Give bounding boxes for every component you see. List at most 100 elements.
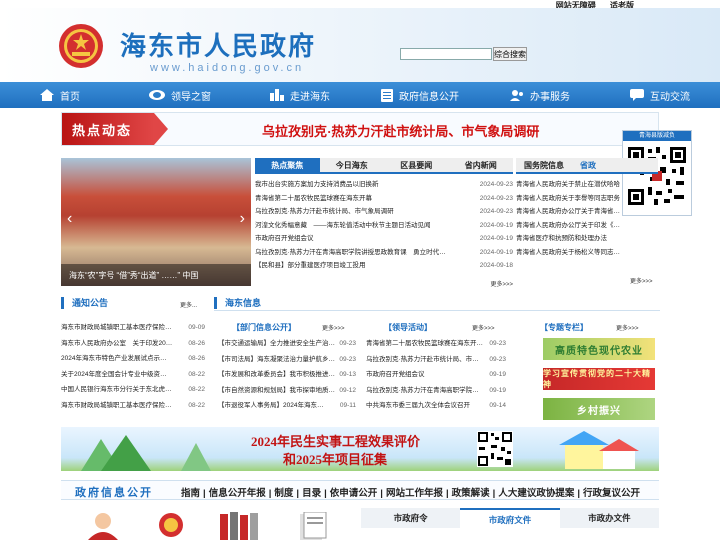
slide-caption: 海东“农”字号 “借”秀“出道” ……” 中国 bbox=[61, 264, 251, 286]
list-item[interactable]: 关于2024年度全国会计专业中级资… 08-22 bbox=[61, 367, 205, 383]
list-item[interactable]: 青海省第二十届农牧民篮球赛在海东开幕 2024-09-23 bbox=[255, 192, 513, 206]
leader-more-link[interactable]: 更多>>> bbox=[472, 323, 495, 332]
list-item[interactable]: 2024年海东市特色产业发展试点示… 08-26 bbox=[61, 351, 205, 367]
list-item[interactable]: 河湟文化秀幅意藏 ——海东轮值活动中秋节主题日活动见闻 2024-09-19 bbox=[255, 219, 513, 233]
gov-link-proposals[interactable]: 人大建议政协提案 bbox=[498, 488, 574, 499]
gov-link-catalog[interactable]: 目录 bbox=[302, 488, 321, 499]
site-title: 海东市人民政府 bbox=[120, 32, 317, 61]
nav-leaders[interactable]: 领导之窗 bbox=[120, 82, 240, 108]
gov-link-web-report[interactable]: 网站工作年报 bbox=[386, 488, 443, 499]
list-item[interactable]: 乌拉孜别克·热苏力汗在青海高职学院讲授思政教育课 勇立时代… 2024-09-19 bbox=[255, 246, 513, 260]
gov-link-annual-report[interactable]: 信息公开年报 bbox=[209, 488, 266, 499]
list-item[interactable]: 乌拉孜别克·热苏力汗赴市统计局、市气象局调研 2024-09-23 bbox=[255, 205, 513, 219]
tab-office-documents[interactable]: 市政办文件 bbox=[560, 508, 659, 528]
more-link[interactable]: 更多>>> bbox=[490, 282, 513, 288]
list-item[interactable]: 【市自然资源和规划局】我市探审地质… 09-12 bbox=[218, 383, 356, 399]
nav-gov-info[interactable]: 政府信息公开 bbox=[360, 82, 480, 108]
gov-info-title: 政府信息公开 bbox=[75, 487, 153, 499]
list-item[interactable]: 中国人民银行海东市分行关于东北虎机… 08-22 bbox=[61, 382, 205, 398]
tab-hot-focus[interactable]: 热点聚焦 bbox=[255, 158, 320, 172]
list-item[interactable]: 青海省人民政府办公厅关于青海省强… bbox=[516, 205, 624, 219]
list-item[interactable]: 【民和县】部分重建医疗项目竣工投用 2024-09-18 bbox=[255, 259, 513, 273]
list-item[interactable]: 我市出台实施方案加力支持消费品以旧换新 2024-09-23 bbox=[255, 178, 513, 192]
right-more-link[interactable]: 更多>>> bbox=[630, 276, 653, 285]
nav-services[interactable]: 办事服务 bbox=[480, 82, 600, 108]
hot-news-label: 热点动态 bbox=[62, 113, 168, 145]
list-item[interactable]: 【市交通运输局】全力推进安全生产治… 09-23 bbox=[218, 336, 356, 352]
folders-icon[interactable] bbox=[220, 512, 260, 540]
list-item[interactable]: 青海省人民政府关于杨松义等同志免职并退休的… bbox=[516, 246, 624, 260]
site-url: www.haidong.gov.cn bbox=[150, 62, 305, 74]
middle-news-tabs: 热点聚焦 今日海东 区县要闻 省内新闻 bbox=[255, 158, 513, 174]
notice-more-link[interactable]: 更多... bbox=[180, 300, 197, 309]
gov-link-policy[interactable]: 政策解读 bbox=[452, 488, 490, 499]
list-item[interactable]: 海东市财政局城镇职工基本医疗保险基… 09-09 bbox=[61, 320, 205, 336]
list-item[interactable]: 青海省人民政府关于禁止在潜伏哈哈 bbox=[516, 178, 624, 192]
right-news-tabs: 国务院信息 省政 bbox=[516, 158, 658, 174]
list-item[interactable]: 市政府召开党组会议 09-19 bbox=[366, 367, 506, 383]
tab-county-news[interactable]: 区县要闻 bbox=[384, 158, 449, 172]
tab-today-haidong[interactable]: 今日海东 bbox=[320, 158, 385, 172]
nav-about[interactable]: 走进海东 bbox=[240, 82, 360, 108]
nav-interaction[interactable]: 互动交流 bbox=[600, 82, 720, 108]
emblem-small-icon[interactable] bbox=[158, 512, 184, 540]
list-item[interactable]: 青海省第二十届农牧民篮球赛在海东开… 09-23 bbox=[366, 336, 506, 352]
list-item[interactable]: 青海省人民政府关于李譽等同志职务 bbox=[516, 192, 624, 206]
service-icon bbox=[510, 90, 523, 101]
notice-header: 通知公告 更多... bbox=[61, 297, 205, 311]
haidong-info-title: 海东信息 bbox=[214, 297, 660, 309]
list-item[interactable]: 【市退役军人事务局】2024年海东… 09-11 bbox=[218, 398, 356, 414]
nav-home[interactable]: 首页 bbox=[0, 82, 120, 108]
list-item[interactable]: 海东市财政局城镇职工基本医疗保险基… 08-22 bbox=[61, 398, 205, 414]
special-more-link[interactable]: 更多>>> bbox=[616, 323, 639, 332]
gov-link-apply[interactable]: 依申请公开 bbox=[330, 488, 378, 499]
special-topic-agriculture[interactable]: 高质特色现代农业 bbox=[543, 338, 655, 360]
qr-code-title: 青海县版减负 bbox=[623, 131, 691, 141]
tab-province-news[interactable]: 省内新闻 bbox=[449, 158, 514, 172]
search-button[interactable]: 综合搜索 bbox=[493, 47, 527, 61]
gov-info-bar: 政府信息公开 指南 | 信息公开年报 | 制度 | 目录 | 依申请公开 | 网站工作年报 | 政策解读… bbox=[61, 480, 659, 500]
livelihood-survey-banner[interactable]: 2024年民生实事工程效果评价 和2025年项目征集 bbox=[61, 427, 659, 471]
home-icon bbox=[40, 89, 54, 101]
tab-state-council[interactable]: 国务院信息 bbox=[516, 158, 572, 172]
special-topics-title: 【专题专栏】 bbox=[540, 323, 588, 332]
list-item[interactable]: 乌拉孜别克·热苏力汗在青海高职学院… 09-19 bbox=[366, 383, 506, 399]
notice-list: 海东市财政局城镇职工基本医疗保险基… 09-09 海东市人民政府办公室 关于印发2… bbox=[61, 320, 205, 413]
special-topic-congress[interactable]: 学习宣传贯彻党的二十大精神 bbox=[543, 368, 655, 390]
hot-news-headline[interactable]: 乌拉孜别克·热苏力汗赴市统计局、市气象局调研 bbox=[262, 121, 539, 140]
person-icon[interactable] bbox=[88, 512, 118, 540]
tab-municipal-orders[interactable]: 市政府令 bbox=[361, 508, 460, 528]
news-slideshow[interactable]: ‹ › 海东“农”字号 “借”秀“出道” ……” 中国 bbox=[61, 158, 251, 286]
tab-province-gov[interactable]: 省政 bbox=[572, 158, 604, 172]
tab-municipal-documents[interactable]: 市政府文件 bbox=[460, 508, 560, 528]
slide-prev-icon[interactable]: ‹ bbox=[67, 210, 72, 228]
gov-document-tabs: 市政府令 市政府文件 市政办文件 bbox=[361, 508, 659, 528]
list-item[interactable]: 乌拉孜别克·热苏力汗赴市统计局、市… 09-23 bbox=[366, 352, 506, 368]
dept-more-link[interactable]: 更多>>> bbox=[322, 323, 345, 332]
gov-link-system[interactable]: 制度 bbox=[274, 488, 293, 499]
gov-link-guide[interactable]: 指南 bbox=[181, 488, 200, 499]
list-item[interactable]: 【市司法局】海东凝聚法治力量护航乡… 09-23 bbox=[218, 352, 356, 368]
list-item[interactable]: 【市发展和改革委员会】我市积极推进… 09-13 bbox=[218, 367, 356, 383]
hot-news-banner: 热点动态 乌拉孜别克·热苏力汗赴市统计局、市气象局调研 bbox=[61, 112, 659, 146]
search-input[interactable] bbox=[400, 48, 492, 60]
special-topic-rural[interactable]: 乡村振兴 bbox=[543, 398, 655, 420]
document-icon bbox=[381, 88, 393, 102]
list-item[interactable]: 青海省医疗和抗预防和处理办法 bbox=[516, 232, 624, 246]
slide-next-icon[interactable]: › bbox=[240, 210, 245, 228]
list-item[interactable]: 中共海东市委三届九次全体会议召开 09-14 bbox=[366, 398, 506, 414]
houses-icon bbox=[559, 431, 639, 469]
main-nav: 首页 领导之窗 走进海东 政府信息公开 办事服务 互动交流 bbox=[0, 82, 720, 108]
list-item[interactable]: 市政府召开党组会议 2024-09-19 bbox=[255, 232, 513, 246]
middle-news-list: 我市出台实施方案加力支持消费品以旧换新 2024-09-23 青海省第二十届农牧民… bbox=[255, 178, 513, 291]
haidong-info-header: 海东信息 bbox=[214, 297, 660, 311]
city-icon bbox=[270, 89, 284, 101]
document-stack-icon[interactable] bbox=[298, 512, 328, 540]
national-emblem-icon bbox=[59, 24, 103, 68]
site-header: 海东市人民政府 www.haidong.gov.cn 综合搜索 bbox=[0, 8, 720, 82]
gov-link-review[interactable]: 行政复议公开 bbox=[583, 488, 640, 499]
dept-info-list: 【市交通运输局】全力推进安全生产治… 09-23 【市司法局】海东凝聚法治力量护航… bbox=[218, 336, 356, 414]
gov-info-links: 指南 | 信息公开年报 | 制度 | 目录 | 依申请公开 | 网站工作年报 | 政策解读 | 人大建议政协… bbox=[181, 488, 641, 499]
list-item[interactable]: 青海省人民政府办公厅关于印发《青海省关于加… bbox=[516, 219, 624, 233]
list-item[interactable]: 海东市人民政府办公室 关于印发20… 08-26 bbox=[61, 336, 205, 352]
